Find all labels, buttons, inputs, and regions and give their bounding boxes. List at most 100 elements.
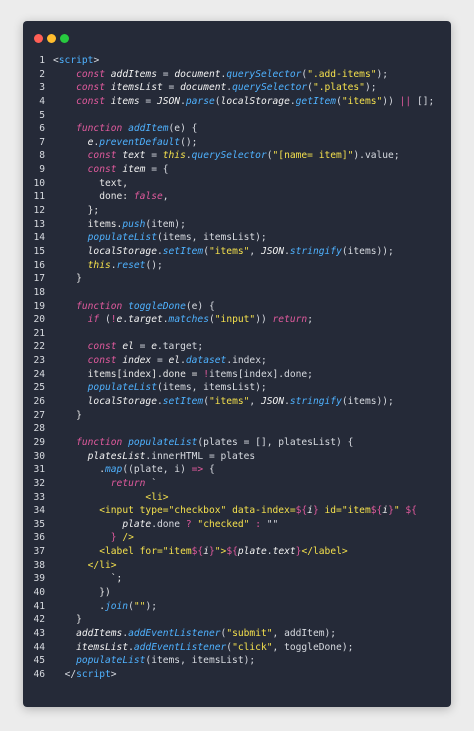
minimize-dot-icon[interactable] bbox=[47, 34, 56, 43]
code-token: "items" bbox=[208, 245, 250, 257]
code-token: push bbox=[122, 218, 146, 230]
line-number: 5 bbox=[39, 109, 45, 121]
code-token: (); bbox=[180, 136, 198, 148]
code-token: items. bbox=[53, 218, 123, 230]
code-line: 9 const item = { bbox=[23, 163, 451, 177]
code-text: function toggleDone(e) { bbox=[45, 300, 215, 314]
code-text: platesList.innerHTML = plates bbox=[45, 450, 256, 464]
code-line: 4 const items = JSON.parse(localStorage.… bbox=[23, 95, 451, 109]
line-number: 9 bbox=[39, 164, 45, 176]
line-number: 22 bbox=[33, 341, 45, 353]
maximize-dot-icon[interactable] bbox=[60, 34, 69, 43]
code-token: function bbox=[76, 300, 129, 312]
line-number: 41 bbox=[33, 600, 45, 612]
code-token: (items, itemsList); bbox=[156, 382, 267, 394]
code-token: (e) { bbox=[185, 300, 215, 312]
code-token: . bbox=[53, 464, 105, 476]
code-token: "items" bbox=[208, 396, 250, 408]
code-line: 42 } bbox=[23, 613, 451, 627]
code-text: <script> bbox=[45, 54, 99, 68]
code-token: text, bbox=[53, 177, 129, 189]
code-token: > bbox=[93, 55, 100, 66]
code-token: localStorage bbox=[220, 95, 290, 107]
code-text: const text = this.querySelector("[name= … bbox=[45, 149, 400, 163]
code-token: ); bbox=[376, 68, 389, 80]
code-text: done: false, bbox=[45, 190, 169, 204]
line-number: 12 bbox=[33, 205, 45, 217]
code-token: script bbox=[76, 668, 111, 680]
code-token: `; bbox=[53, 573, 123, 585]
line-number: 45 bbox=[33, 655, 45, 667]
code-token: = bbox=[133, 341, 152, 353]
line-number: 44 bbox=[33, 641, 45, 653]
code-line: 21 bbox=[23, 327, 451, 341]
code-token: stringify bbox=[289, 396, 342, 408]
code-token: "click" bbox=[232, 641, 273, 653]
code-token: .index; bbox=[226, 355, 267, 367]
code-token: const bbox=[76, 82, 111, 94]
code-line: 36 } /> bbox=[23, 531, 451, 545]
code-token: , bbox=[162, 191, 169, 203]
line-number: 13 bbox=[33, 218, 45, 230]
code-token: )) bbox=[255, 314, 273, 326]
code-token: addItem bbox=[128, 123, 169, 135]
line-number: 1 bbox=[39, 55, 45, 66]
code-token: <li> bbox=[145, 491, 169, 503]
code-token: (e) { bbox=[168, 123, 198, 135]
code-text: </script> bbox=[45, 668, 117, 682]
code-line: 25 populateList(items, itemsList); bbox=[23, 381, 451, 395]
code-text: function populateList(plates = [], plate… bbox=[45, 436, 353, 450]
code-line: 19 function toggleDone(e) { bbox=[23, 300, 451, 314]
code-text: text, bbox=[45, 177, 128, 191]
line-number: 21 bbox=[33, 327, 45, 339]
code-text: const addItems = document.querySelector(… bbox=[45, 68, 388, 82]
code-text: if (!e.target.matches("input")) return; bbox=[45, 313, 313, 327]
code-token: </ bbox=[64, 668, 77, 680]
line-number: 23 bbox=[33, 355, 45, 367]
line-number: 46 bbox=[33, 668, 45, 680]
line-number: 15 bbox=[33, 245, 45, 257]
code-token: ${ bbox=[295, 505, 308, 517]
code-token: ).value; bbox=[353, 150, 400, 162]
code-token: ".plates" bbox=[312, 82, 365, 94]
code-token: const bbox=[87, 341, 123, 353]
code-token: target bbox=[128, 314, 163, 326]
code-line: 2 const addItems = document.querySelecto… bbox=[23, 68, 451, 82]
line-number: 20 bbox=[33, 314, 45, 326]
code-token: "> bbox=[214, 546, 227, 558]
line-number: 19 bbox=[33, 300, 45, 312]
code-line: 29 function populateList(plates = [], pl… bbox=[23, 436, 451, 450]
code-token: this bbox=[162, 150, 186, 162]
code-line: 18 bbox=[23, 286, 451, 300]
code-token: const bbox=[87, 150, 123, 162]
close-dot-icon[interactable] bbox=[34, 34, 43, 43]
code-text: } /> bbox=[45, 531, 134, 545]
code-token: , bbox=[249, 396, 261, 408]
code-token: done: bbox=[53, 191, 134, 203]
code-token: querySelector bbox=[191, 150, 267, 162]
code-line: 35 plate.done ? "checked" : "" bbox=[23, 518, 451, 532]
code-text: } bbox=[45, 613, 82, 627]
line-number: 17 bbox=[33, 273, 45, 285]
code-token: || bbox=[399, 95, 412, 107]
code-text: .map((plate, i) => { bbox=[45, 463, 215, 477]
line-number: 39 bbox=[33, 573, 45, 585]
code-token: (items)); bbox=[341, 245, 394, 257]
code-line: 27 } bbox=[23, 409, 451, 423]
code-token: populateList bbox=[76, 655, 146, 667]
line-number: 35 bbox=[33, 518, 45, 530]
code-text: populateList(items, itemsList); bbox=[45, 381, 267, 395]
code-token: ".add-items" bbox=[307, 68, 377, 80]
line-number: 26 bbox=[33, 396, 45, 408]
code-token: ${ bbox=[370, 505, 383, 517]
code-text: const el = e.target; bbox=[45, 340, 204, 354]
code-token: } bbox=[53, 614, 82, 626]
code-text: return ` bbox=[45, 477, 157, 491]
